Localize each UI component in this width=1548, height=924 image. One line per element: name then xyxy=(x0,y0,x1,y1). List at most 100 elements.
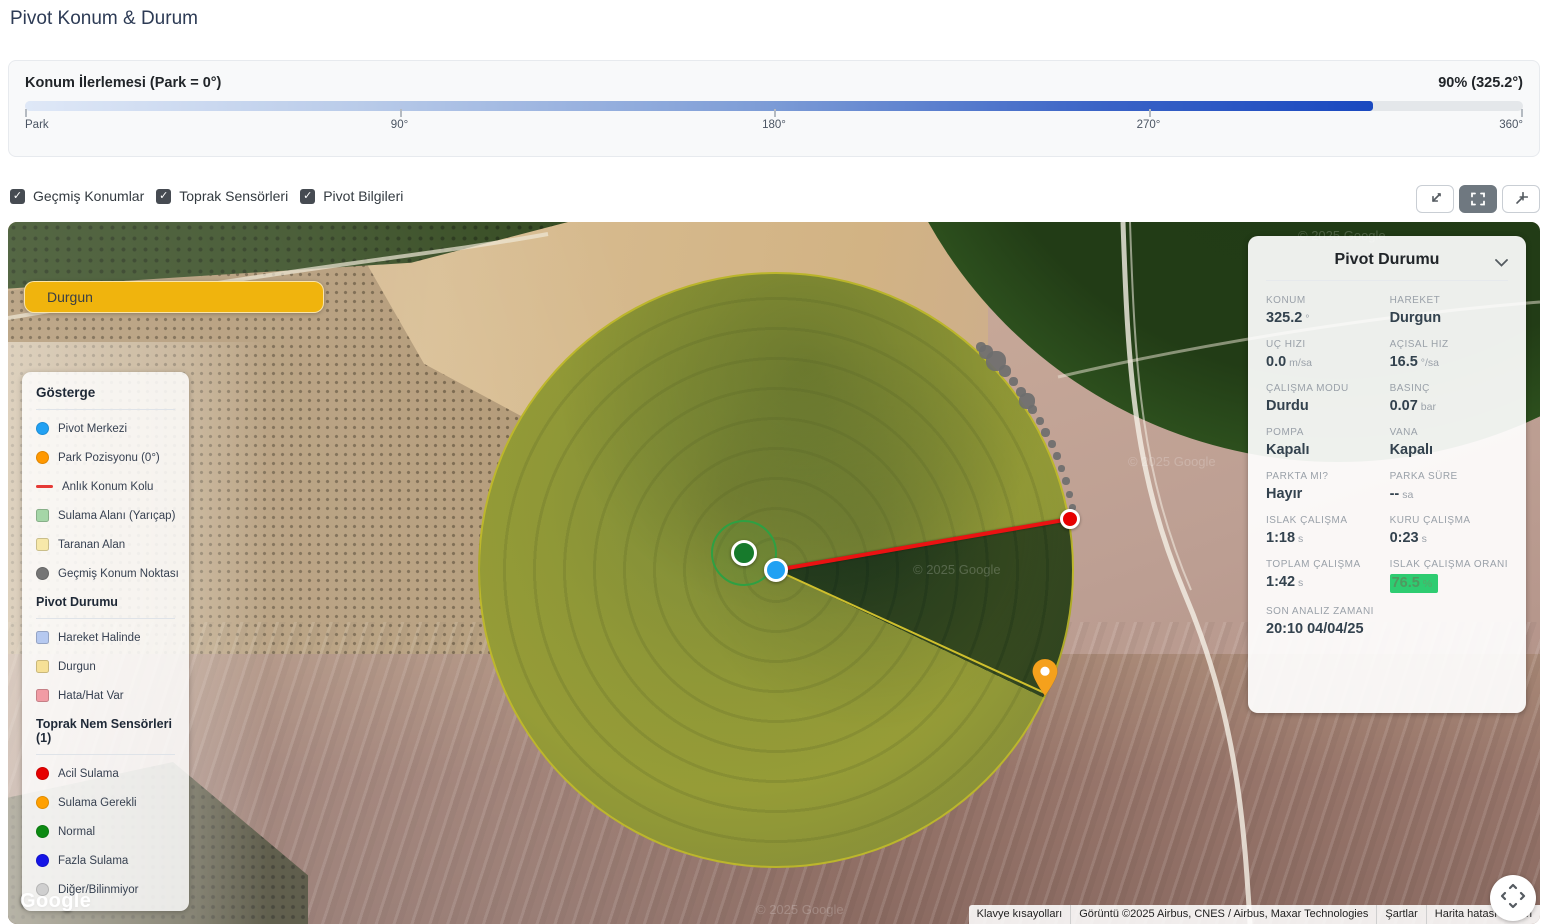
field-hareket: HAREKETDurgun xyxy=(1390,295,1508,326)
field-basinc: BASINÇ0.07bar xyxy=(1390,383,1508,414)
arm-line-swatch xyxy=(36,485,53,489)
field-toplam-calisma: TOPLAM ÇALIŞMA1:42s xyxy=(1266,559,1384,593)
checkbox-checked-icon[interactable]: ✓ xyxy=(156,189,171,204)
google-watermark: © 2025 Google xyxy=(756,902,844,917)
legend-item: Hata/Hat Var xyxy=(36,681,175,710)
park-position-swatch xyxy=(36,451,49,464)
pivot-center-swatch xyxy=(36,422,49,435)
legend-item: Geçmiş Konum Noktası xyxy=(36,559,175,588)
field-parkta-mi: PARKTA MI?Hayır xyxy=(1266,471,1384,502)
layer-toggles: ✓ Geçmiş Konumlar ✓ Toprak Sensörleri ✓ … xyxy=(10,188,415,204)
pivot-center-marker[interactable] xyxy=(764,558,788,582)
legend-item: Pivot Merkezi xyxy=(36,414,175,443)
chevron-down-icon[interactable] xyxy=(1495,254,1508,272)
panel-title: Pivot Durumu xyxy=(1335,251,1440,268)
map-legend: Gösterge Pivot Merkezi Park Pozisyonu (0… xyxy=(22,372,189,911)
legend-item: Diğer/Bilinmiyor xyxy=(36,875,175,904)
legend-item: Taranan Alan xyxy=(36,530,175,559)
legend-item: Hareket Halinde xyxy=(36,623,175,652)
fullscreen-icon xyxy=(1471,192,1485,206)
pan-arrows-icon xyxy=(1500,883,1526,914)
collapse-map-button[interactable] xyxy=(1416,185,1454,213)
field-islak-orani: ISLAK ÇALIŞMA ORANI76.5% xyxy=(1390,559,1508,593)
tick-mark xyxy=(774,109,776,117)
legend-item: Acil Sulama xyxy=(36,759,175,788)
moving-swatch xyxy=(36,631,49,644)
field-islak-calisma: ISLAK ÇALIŞMA1:18s xyxy=(1266,515,1384,546)
urgent-swatch xyxy=(36,767,49,780)
legend-section-pivot-status: Pivot Durumu xyxy=(36,595,175,609)
irrigation-area-swatch xyxy=(36,509,49,522)
tick-label-180: 180° xyxy=(762,119,786,131)
progress-value: 90% (325.2°) xyxy=(1438,75,1523,91)
tick-label-park: Park xyxy=(25,119,49,131)
tick-label-90: 90° xyxy=(391,119,408,131)
pan-control-button[interactable] xyxy=(1490,875,1536,921)
field-uc-hizi: UÇ HIZI0.0m/sa xyxy=(1266,339,1384,370)
tick-label-270: 270° xyxy=(1137,119,1161,131)
field-son-analiz: SON ANALIZ ZAMANI20:10 04/04/25 xyxy=(1266,606,1508,637)
toggle-soil-sensors[interactable]: ✓ Toprak Sensörleri xyxy=(156,188,288,204)
map-attribution: Klavye kısayolları Görüntü ©2025 Airbus,… xyxy=(969,905,1540,924)
keyboard-shortcuts-link[interactable]: Klavye kısayolları xyxy=(969,905,1071,924)
toggle-label[interactable]: Geçmiş Konumlar xyxy=(33,188,144,204)
scanned-area-swatch xyxy=(36,538,49,551)
park-position-pin[interactable] xyxy=(1030,658,1060,698)
toggle-label[interactable]: Toprak Sensörleri xyxy=(179,188,288,204)
error-swatch xyxy=(36,689,49,702)
needs-water-swatch xyxy=(36,796,49,809)
overwater-swatch xyxy=(36,854,49,867)
unknown-swatch xyxy=(36,883,49,896)
field-kuru-calisma: KURU ÇALIŞMA0:23s xyxy=(1390,515,1508,546)
tick-label-360: 360° xyxy=(1499,119,1523,131)
pivot-status-badge: Durgun xyxy=(24,281,324,313)
checkbox-checked-icon[interactable]: ✓ xyxy=(300,189,315,204)
legend-item: Fazla Sulama xyxy=(36,846,175,875)
wet-ratio-badge: 76.5% xyxy=(1390,574,1439,593)
legend-item: Normal xyxy=(36,817,175,846)
page-title: Pivot Konum & Durum xyxy=(10,8,198,30)
terms-link[interactable]: Şartlar xyxy=(1376,905,1425,924)
field-vana: VANAKapalı xyxy=(1390,427,1508,458)
progress-fill xyxy=(25,101,1373,111)
field-parka-sure: PARKA SÜRE--sa xyxy=(1390,471,1508,502)
toggle-history-positions[interactable]: ✓ Geçmiş Konumlar xyxy=(10,188,144,204)
map-size-controls xyxy=(1416,185,1540,213)
field-pompa: POMPAKapalı xyxy=(1266,427,1384,458)
field-konum: KONUM325.2° xyxy=(1266,295,1384,326)
imagery-credit: Görüntü ©2025 Airbus, CNES / Airbus, Max… xyxy=(1070,905,1376,924)
legend-item: Durgun xyxy=(36,652,175,681)
pivot-status-panel: Pivot Durumu KONUM325.2° HAREKETDurgun U… xyxy=(1248,236,1526,713)
tick-mark xyxy=(400,109,402,117)
pivot-status-page: Pivot Konum & Durum Konum İlerlemesi (Pa… xyxy=(0,0,1548,924)
normal-swatch xyxy=(36,825,49,838)
legend-item: Sulama Gerekli xyxy=(36,788,175,817)
google-watermark: © 2025 Google xyxy=(913,562,1001,577)
collapse-arrow-icon xyxy=(1428,192,1442,206)
legend-item: Park Pozisyonu (0°) xyxy=(36,443,175,472)
toggle-pivot-info[interactable]: ✓ Pivot Bilgileri xyxy=(300,188,403,204)
field-calisma-modu: ÇALIŞMA MODUDurdu xyxy=(1266,383,1384,414)
checkbox-checked-icon[interactable]: ✓ xyxy=(10,189,25,204)
progress-track xyxy=(25,101,1523,111)
expand-arrow-icon xyxy=(1514,192,1528,206)
satellite-map[interactable]: Durgun Gösterge Pivot Merkezi Park Pozis… xyxy=(8,222,1540,924)
toggle-label[interactable]: Pivot Bilgileri xyxy=(323,188,403,204)
legend-section-soil-sensors: Toprak Nem Sensörleri (1) xyxy=(36,717,175,745)
expand-map-button[interactable] xyxy=(1502,185,1540,213)
arm-end-marker[interactable] xyxy=(1060,509,1080,529)
progress-title: Konum İlerlemesi (Park = 0°) xyxy=(25,75,221,91)
history-point-swatch xyxy=(36,567,49,580)
legend-title: Gösterge xyxy=(36,385,175,400)
field-acisal-hiz: AÇISAL HIZ16.5°/sa xyxy=(1390,339,1508,370)
tick-mark xyxy=(25,109,27,117)
position-progress-card: Konum İlerlemesi (Park = 0°) 90% (325.2°… xyxy=(8,60,1540,157)
idle-swatch xyxy=(36,660,49,673)
tick-mark xyxy=(1521,109,1523,117)
google-watermark: © 2025 Google xyxy=(1128,454,1216,469)
legend-item: Sulama Alanı (Yarıçap) xyxy=(36,501,175,530)
fullscreen-map-button[interactable] xyxy=(1459,185,1497,213)
legend-item: Anlık Konum Kolu xyxy=(36,472,175,501)
soil-sensor-marker[interactable] xyxy=(731,540,757,566)
tick-mark xyxy=(1149,109,1151,117)
